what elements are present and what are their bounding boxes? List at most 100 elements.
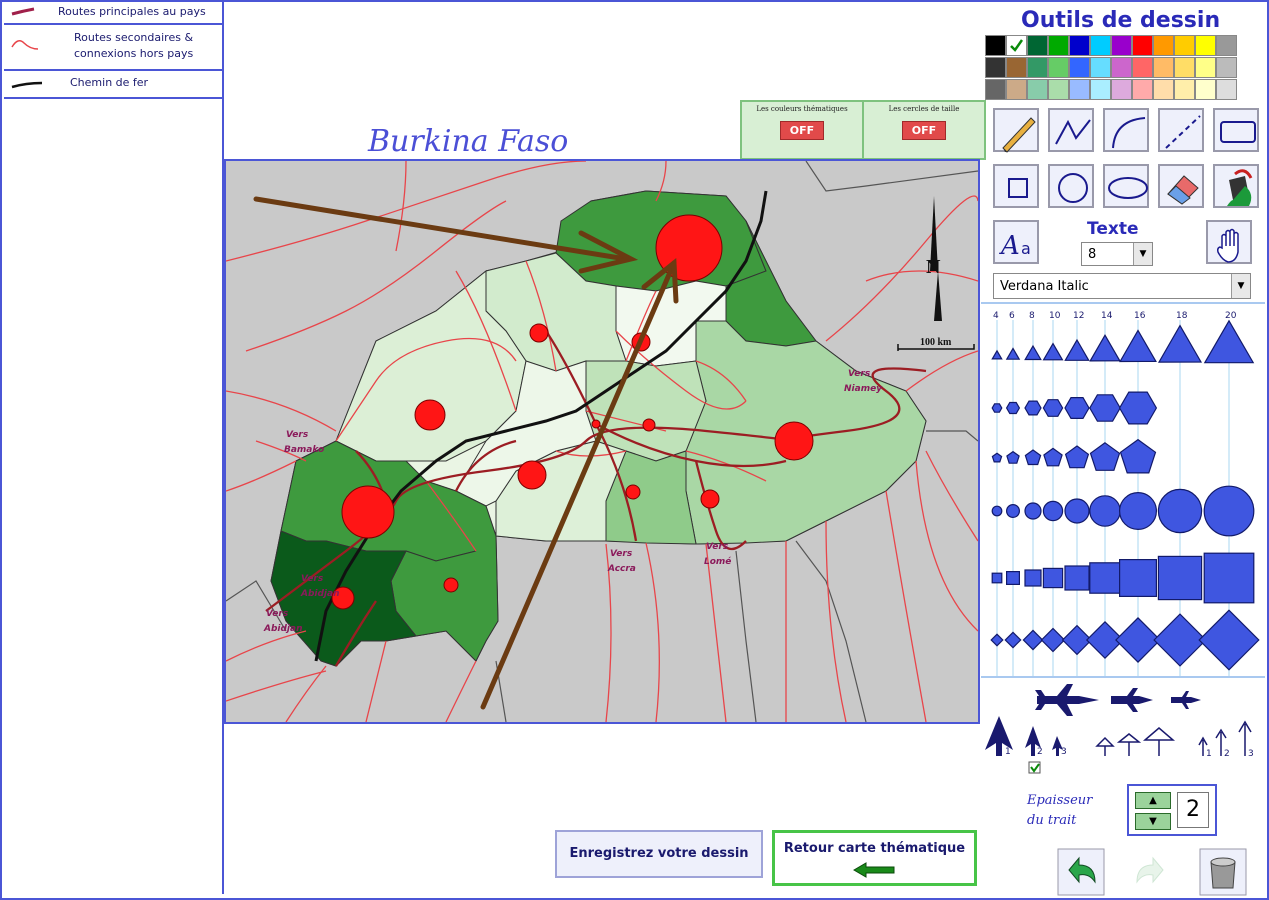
color-swatch[interactable] <box>1069 57 1090 78</box>
text-tool-button[interactable]: Aa <box>993 220 1039 264</box>
symbol-tri-16[interactable] <box>1119 329 1157 363</box>
symbol-sq-4[interactable] <box>991 572 1003 584</box>
symbol-dia-4[interactable] <box>990 633 1004 647</box>
polyline-tool-button[interactable] <box>1048 108 1094 152</box>
color-swatch[interactable] <box>1090 35 1111 56</box>
symbol-sq-14[interactable] <box>1089 562 1121 594</box>
color-swatch[interactable] <box>1195 57 1216 78</box>
color-swatch[interactable] <box>1090 79 1111 100</box>
symbol-tri-4[interactable] <box>991 349 1003 360</box>
color-swatch[interactable] <box>1216 57 1237 78</box>
symbol-circ-6[interactable] <box>1006 504 1021 519</box>
airplane-icon[interactable] <box>1035 684 1099 716</box>
eraser-tool-button[interactable] <box>1158 164 1204 208</box>
bold-arrow-icon[interactable] <box>985 716 1063 756</box>
map-canvas[interactable]: N 100 km Vers Niamey Vers Bamako Vers Ab… <box>224 159 980 724</box>
symbol-circ-16[interactable] <box>1119 492 1158 531</box>
symbol-pent-12[interactable] <box>1064 445 1090 469</box>
color-swatch[interactable] <box>1048 35 1069 56</box>
thematic-colors-off-button[interactable]: OFF <box>780 121 824 140</box>
back-to-thematic-map-button[interactable]: Retour carte thématique <box>772 830 977 886</box>
color-swatch[interactable] <box>1174 35 1195 56</box>
symbol-hex-8[interactable] <box>1024 400 1042 416</box>
symbol-sq-6[interactable] <box>1006 571 1021 586</box>
color-swatch[interactable] <box>1111 79 1132 100</box>
color-swatch[interactable] <box>1216 35 1237 56</box>
symbol-circ-10[interactable] <box>1042 500 1064 522</box>
symbol-pent-8[interactable] <box>1024 449 1042 466</box>
color-swatch[interactable] <box>1174 57 1195 78</box>
color-swatch[interactable] <box>1132 57 1153 78</box>
symbol-tri-12[interactable] <box>1064 338 1090 361</box>
color-swatch[interactable] <box>1132 79 1153 100</box>
color-swatch[interactable] <box>985 35 1006 56</box>
color-swatch[interactable] <box>1132 35 1153 56</box>
open-arrow-icon[interactable] <box>1095 727 1176 756</box>
rectangle-tool-button[interactable] <box>1213 108 1259 152</box>
save-drawing-button[interactable]: Enregistrez votre dessin <box>555 830 763 878</box>
font-size-select[interactable]: 8 ▼ <box>1081 242 1153 266</box>
symbol-circ-14[interactable] <box>1089 495 1121 527</box>
color-swatch[interactable] <box>1153 57 1174 78</box>
curve-tool-button[interactable] <box>1103 108 1149 152</box>
color-swatch[interactable] <box>1153 79 1174 100</box>
color-swatch[interactable] <box>1027 57 1048 78</box>
color-swatch[interactable] <box>1048 57 1069 78</box>
symbol-sq-8[interactable] <box>1024 569 1042 587</box>
ellipse-tool-button[interactable] <box>1103 164 1149 208</box>
hand-pan-button[interactable] <box>1206 220 1252 264</box>
airplane-icon[interactable] <box>1171 691 1201 709</box>
symbol-circ-20[interactable] <box>1203 485 1255 537</box>
color-swatch[interactable] <box>1153 35 1174 56</box>
symbol-dia-8[interactable] <box>1022 629 1044 651</box>
airplane-icon[interactable] <box>1111 688 1153 712</box>
color-swatch[interactable] <box>1006 57 1027 78</box>
symbol-sq-12[interactable] <box>1064 565 1090 591</box>
symbol-dia-20[interactable] <box>1198 609 1260 671</box>
symbol-tri-14[interactable] <box>1089 333 1121 362</box>
symbol-sq-18[interactable] <box>1157 555 1203 601</box>
size-circles-off-button[interactable]: OFF <box>902 121 946 140</box>
square-tool-button[interactable] <box>993 164 1039 208</box>
color-swatch[interactable] <box>985 57 1006 78</box>
symbol-tri-18[interactable] <box>1157 324 1203 363</box>
symbol-tri-6[interactable] <box>1005 347 1021 360</box>
symbol-hex-6[interactable] <box>1005 401 1021 415</box>
symbol-dia-6[interactable] <box>1004 631 1022 649</box>
symbol-pent-10[interactable] <box>1043 447 1063 467</box>
symbol-hex-10[interactable] <box>1042 399 1064 417</box>
symbol-pent-14[interactable] <box>1089 442 1121 471</box>
undo-button[interactable] <box>1057 848 1105 896</box>
symbol-hex-16[interactable] <box>1118 391 1158 425</box>
color-swatch[interactable] <box>1069 79 1090 100</box>
symbol-circ-12[interactable] <box>1064 498 1090 524</box>
circle-tool-button[interactable] <box>1048 164 1094 208</box>
thickness-decrease-button[interactable]: ▼ <box>1135 813 1171 830</box>
symbol-dia-18[interactable] <box>1153 613 1207 667</box>
font-family-select[interactable]: Verdana Italic ▼ <box>993 273 1251 299</box>
symbol-pent-16[interactable] <box>1119 438 1157 474</box>
symbol-hex-14[interactable] <box>1089 394 1121 422</box>
symbol-circ-18[interactable] <box>1157 488 1203 534</box>
color-swatch[interactable] <box>1111 35 1132 56</box>
color-swatch[interactable] <box>1195 35 1216 56</box>
symbol-sq-10[interactable] <box>1042 567 1064 589</box>
color-swatch[interactable] <box>985 79 1006 100</box>
color-swatch[interactable] <box>1048 79 1069 100</box>
symbol-pent-4[interactable] <box>991 452 1003 463</box>
color-swatch[interactable] <box>1006 79 1027 100</box>
color-swatch[interactable] <box>1027 79 1048 100</box>
color-swatch[interactable] <box>1174 79 1195 100</box>
color-swatch[interactable] <box>1069 35 1090 56</box>
thickness-value[interactable]: 2 <box>1177 792 1209 828</box>
symbol-tri-8[interactable] <box>1024 344 1042 361</box>
pencil-tool-button[interactable] <box>993 108 1039 153</box>
trash-button[interactable] <box>1199 848 1247 896</box>
dashed-line-tool-button[interactable] <box>1158 108 1204 152</box>
symbol-tri-10[interactable] <box>1042 342 1064 361</box>
symbol-sq-16[interactable] <box>1119 559 1158 598</box>
color-swatch[interactable] <box>1090 57 1111 78</box>
symbol-circ-4[interactable] <box>991 505 1003 517</box>
fill-tool-button[interactable] <box>1213 164 1259 208</box>
color-swatch[interactable] <box>1216 79 1237 100</box>
